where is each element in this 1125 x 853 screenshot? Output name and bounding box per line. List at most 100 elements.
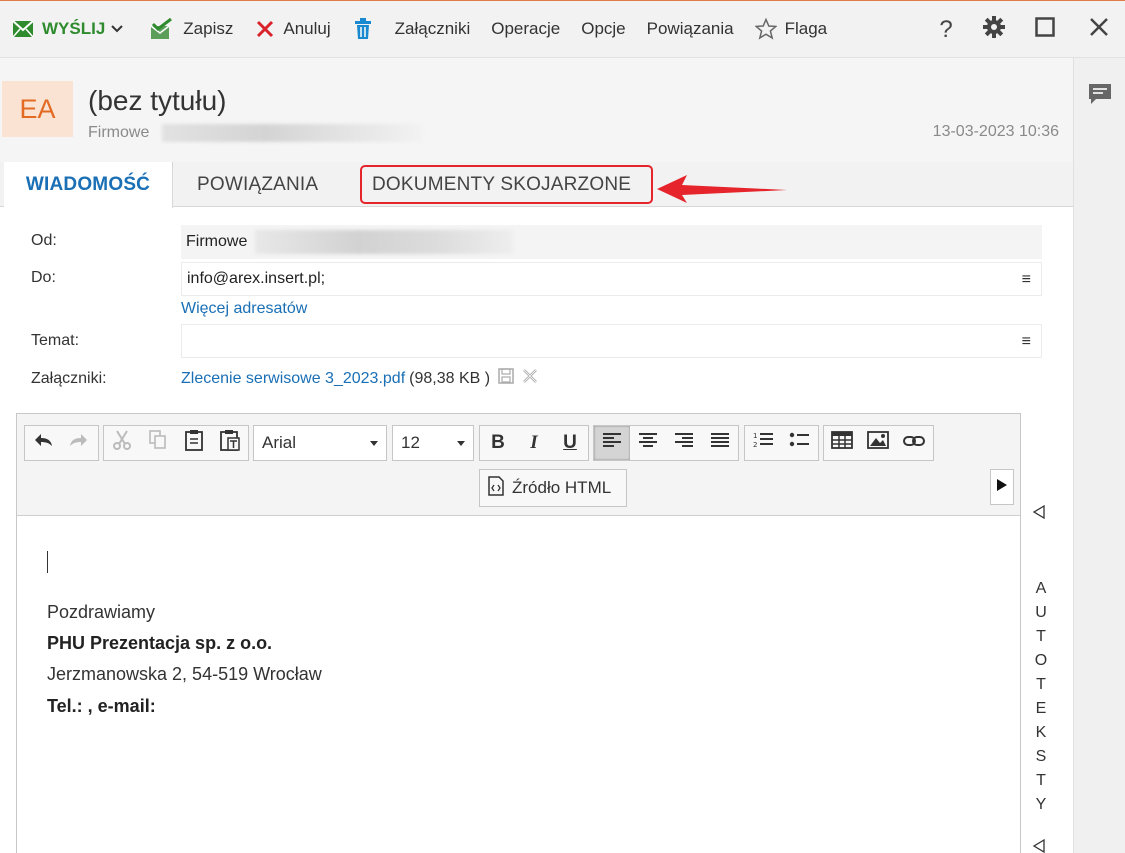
chevron-down-icon[interactable] (111, 25, 124, 33)
save-button[interactable]: Zapisz (149, 1, 233, 58)
send-button[interactable]: WYŚLIJ (12, 1, 124, 58)
font-family-select[interactable]: Arial (253, 425, 387, 461)
editor-toolbar: Arial 12 B I U 1 2 Źródło HTML (17, 414, 1020, 516)
insert-image-button[interactable] (860, 426, 896, 460)
avatar: EA (2, 81, 73, 137)
save-check-mail-icon (149, 18, 175, 40)
editor-content-area[interactable]: Pozdrawiamy PHU Prezentacja sp. z o.o. J… (17, 517, 1020, 853)
main-toolbar: WYŚLIJ Zapisz Anuluj Załączniki Operacje… (0, 1, 1125, 58)
tab-relations[interactable]: POWIĄZANIA (197, 162, 318, 207)
bold-button[interactable]: B (480, 426, 516, 460)
signature-address: Jerzmanowska 2, 54-519 Wrocław (47, 664, 322, 684)
expand-toolbar-button[interactable] (990, 469, 1014, 505)
options-menu[interactable]: Opcje (581, 1, 625, 58)
from-label: Od: (31, 232, 57, 249)
save-attachment-icon[interactable] (498, 368, 514, 389)
gear-icon (983, 16, 1005, 43)
autotext-letter: A (1035, 580, 1047, 597)
italic-button[interactable]: I (516, 426, 552, 460)
chevron-down-icon (457, 441, 465, 446)
from-value: Firmowe (186, 233, 248, 250)
to-value: info@arex.insert.pl; (187, 270, 326, 287)
underline-button[interactable]: U (552, 426, 588, 460)
insert-group (823, 425, 934, 461)
remove-attachment-icon[interactable] (522, 368, 538, 389)
paste-button[interactable] (176, 426, 212, 460)
copy-button[interactable] (140, 426, 176, 460)
close-icon (1089, 17, 1109, 42)
source-html-button[interactable]: Źródło HTML (479, 469, 627, 507)
bullet-list-button[interactable] (781, 426, 817, 460)
svg-text:1: 1 (753, 432, 757, 440)
maximize-button[interactable] (1025, 1, 1065, 58)
autotext-collapse-icon[interactable] (1032, 504, 1046, 524)
align-left-icon (603, 432, 621, 454)
operations-menu[interactable]: Operacje (491, 1, 560, 58)
font-size-value: 12 (401, 433, 420, 452)
cancel-label: Anuluj (283, 19, 331, 38)
to-field[interactable]: info@arex.insert.pl; ≡ (181, 262, 1042, 296)
to-label: Do: (31, 269, 56, 286)
autotext-panel-label[interactable]: A U T O T E K S T Y (1033, 577, 1049, 817)
play-arrow-icon (996, 478, 1008, 497)
email-compose-window: WYŚLIJ Zapisz Anuluj Załączniki Operacje… (0, 0, 1125, 853)
help-button[interactable]: ? (926, 1, 966, 58)
autotext-letter: Y (1035, 796, 1047, 813)
align-right-button[interactable] (666, 426, 702, 460)
autotext-collapse-icon[interactable] (1032, 838, 1046, 853)
relations-label: Powiązania (646, 19, 734, 38)
attachment-link[interactable]: Zlecenie serwisowe 3_2023.pdf (181, 370, 405, 388)
insert-link-button[interactable] (896, 426, 932, 460)
align-center-button[interactable] (630, 426, 666, 460)
message-subject: (bez tytułu) (88, 85, 227, 116)
right-side-rail (1073, 58, 1125, 853)
text-caret (47, 551, 48, 573)
autotext-letter: O (1034, 652, 1048, 669)
align-left-button[interactable] (594, 426, 630, 460)
flag-label: Flaga (784, 19, 828, 38)
chevron-down-icon (370, 441, 378, 446)
redo-button[interactable] (61, 426, 97, 460)
attachment-size: (98,38 KB ) (409, 369, 491, 387)
attachments-menu[interactable]: Załączniki (395, 1, 471, 58)
alignment-group (593, 425, 739, 461)
close-icon (255, 19, 275, 39)
numbered-list-button[interactable]: 12 (745, 426, 781, 460)
settings-button[interactable] (974, 1, 1014, 58)
justify-button[interactable] (702, 426, 738, 460)
message-header: EA (bez tytułu) Firmowe 13-03-2023 10:36 (0, 58, 1073, 162)
insert-table-button[interactable] (824, 426, 860, 460)
attachments-field-label: Załączniki: (31, 370, 107, 387)
clipboard-group (103, 425, 249, 461)
more-recipients-link[interactable]: Więcej adresatów (181, 300, 307, 318)
paste-icon (185, 429, 203, 457)
undo-icon (33, 432, 53, 454)
undo-redo-group (24, 425, 99, 461)
star-icon (754, 18, 777, 40)
numbered-list-icon: 12 (753, 431, 773, 455)
comment-icon[interactable] (1087, 82, 1113, 111)
annotation-arrow (655, 171, 790, 212)
paste-text-button[interactable] (212, 426, 248, 460)
font-size-select[interactable]: 12 (392, 425, 474, 461)
delete-button[interactable] (353, 1, 373, 58)
autotext-letter: S (1035, 748, 1047, 765)
subject-menu-icon[interactable]: ≡ (1022, 333, 1031, 351)
source-code-icon (488, 475, 504, 501)
help-icon: ? (939, 15, 953, 43)
undo-button[interactable] (25, 426, 61, 460)
cancel-button[interactable]: Anuluj (255, 1, 331, 58)
operations-label: Operacje (491, 19, 561, 38)
cut-button[interactable] (104, 426, 140, 460)
close-window-button[interactable] (1079, 1, 1119, 58)
annotation-highlight-box (360, 165, 653, 204)
tab-message[interactable]: WIADOMOŚĆ (4, 162, 173, 208)
to-menu-icon[interactable]: ≡ (1022, 271, 1031, 289)
relations-menu[interactable]: Powiązania (647, 1, 734, 58)
message-date: 13-03-2023 10:36 (932, 123, 1059, 140)
redacted-from-address (255, 230, 514, 254)
flag-button[interactable]: Flaga (754, 1, 828, 58)
options-label: Opcje (581, 19, 626, 38)
from-field: Firmowe (181, 225, 1042, 259)
subject-field[interactable]: ≡ (181, 324, 1042, 358)
